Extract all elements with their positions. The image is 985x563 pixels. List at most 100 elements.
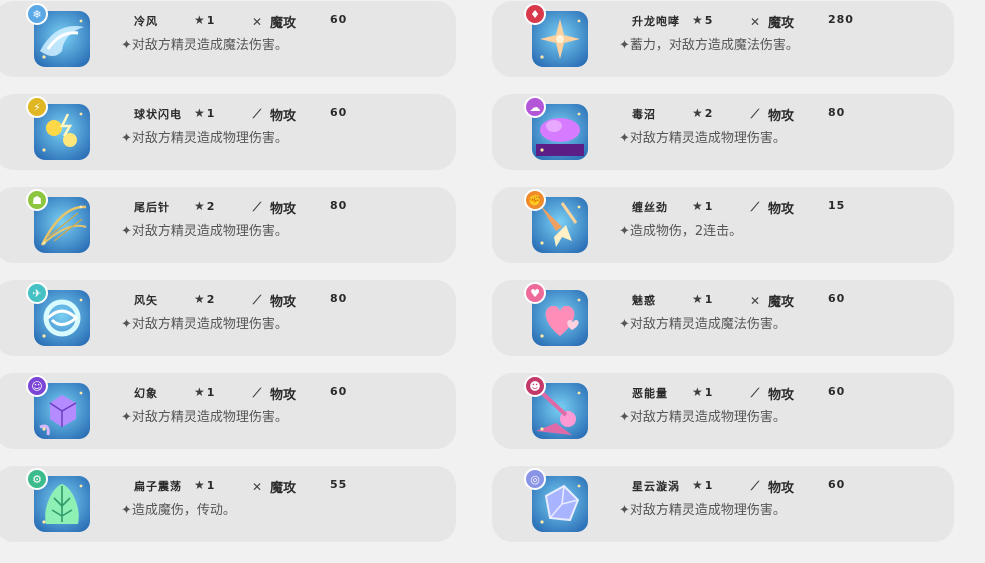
skill-cost: ★ 1 — [692, 199, 713, 213]
skill-description: ✦造成物伤，2连击。 — [619, 224, 743, 239]
skill-icon: ✈ — [26, 282, 90, 346]
type-badge: ✈ — [26, 282, 48, 304]
skill-card[interactable]: ♥ 魅惑 ★ 1 ✕ 魔攻 60 ✦对敌方精灵造成魔法伤害。 — [492, 280, 954, 356]
wand-icon: ✕ — [749, 293, 761, 308]
skill-cost: ★ 1 — [194, 13, 215, 27]
skill-cost: ★ 2 — [194, 199, 215, 213]
skill-name: 球状闪电 — [134, 108, 182, 121]
skill-description: ✦对敌方精灵造成魔法伤害。 — [619, 317, 786, 332]
skill-icon: ❄ — [26, 3, 90, 67]
skill-power: 60 — [330, 385, 348, 398]
skill-cost: ★ 1 — [194, 106, 215, 120]
skill-name: 风矢 — [134, 294, 158, 307]
skill-power: 60 — [828, 292, 846, 305]
type-badge: ◎ — [524, 468, 546, 490]
skill-name: 恶能量 — [632, 387, 668, 400]
skill-card[interactable]: ✈ 风矢 ★ 2 ⟋ 物攻 80 ✦对敌方精灵造成物理伤害。 — [0, 280, 456, 356]
skill-cost: ★ 2 — [194, 292, 215, 306]
skill-icon: ☗ — [26, 189, 90, 253]
skill-icon: ♦ — [524, 3, 588, 67]
skill-power: 80 — [330, 199, 348, 212]
skill-name: 缠丝劲 — [632, 201, 668, 214]
star-icon: ★ — [194, 385, 205, 399]
skill-cost: ★ 1 — [194, 478, 215, 492]
skill-icon: ☺ — [26, 375, 90, 439]
skill-card[interactable]: ◎ 星云漩涡 ★ 1 ⟋ 物攻 60 ✦对敌方精灵造成物理伤害。 — [492, 466, 954, 542]
skill-description: ✦对敌方精灵造成物理伤害。 — [619, 131, 786, 146]
skill-description: ✦蓄力，对敌方造成魔法伤害。 — [619, 38, 799, 53]
type-badge: ❄ — [26, 3, 48, 25]
skill-description: ✦对敌方精灵造成魔法伤害。 — [121, 38, 288, 53]
wand-icon: ✕ — [251, 14, 263, 29]
sword-icon: ⟋ — [252, 386, 262, 400]
skill-name: 毒沼 — [632, 108, 656, 121]
type-badge: ⚡ — [26, 96, 48, 118]
skill-name: 幻象 — [134, 387, 158, 400]
skill-category: ⟋ 物攻 — [748, 198, 794, 217]
star-icon: ★ — [194, 13, 205, 27]
skill-category: ⟋ 物攻 — [748, 384, 794, 403]
skill-description: ✦对敌方精灵造成物理伤害。 — [619, 410, 786, 425]
type-badge: ⚙ — [26, 468, 48, 490]
skill-category: ⟋ 物攻 — [748, 477, 794, 496]
sword-icon: ⟋ — [750, 386, 760, 400]
type-badge: ✊ — [524, 189, 546, 211]
skill-card[interactable]: ☺ 幻象 ★ 1 ⟋ 物攻 60 ✦对敌方精灵造成物理伤害。 — [0, 373, 456, 449]
skill-card[interactable]: ⚡ 球状闪电 ★ 1 ⟋ 物攻 60 ✦对敌方精灵造成物理伤害。 — [0, 94, 456, 170]
star-icon: ★ — [692, 13, 703, 27]
sword-icon: ⟋ — [750, 479, 760, 493]
skill-icon: ✊ — [524, 189, 588, 253]
skill-icon: ♥ — [524, 282, 588, 346]
type-badge: ☻ — [524, 375, 546, 397]
skill-category: ⟋ 物攻 — [250, 291, 296, 310]
sword-icon: ⟋ — [252, 293, 262, 307]
skill-card[interactable]: ♦ 升龙咆哮 ★ 5 ✕ 魔攻 280 ✦蓄力，对敌方造成魔法伤害。 — [492, 1, 954, 77]
skill-category: ⟋ 物攻 — [250, 198, 296, 217]
skill-grid: ❄ 冷风 ★ 1 ✕ 魔攻 60 ✦对敌方精灵造成魔法伤害。 ♦ 升龙咆哮 ★ 5 ✕… — [0, 0, 985, 563]
star-icon: ★ — [692, 106, 703, 120]
star-icon: ★ — [194, 199, 205, 213]
skill-description: ✦对敌方精灵造成物理伤害。 — [121, 410, 288, 425]
skill-name: 升龙咆哮 — [632, 15, 680, 28]
skill-description: ✦对敌方精灵造成物理伤害。 — [121, 131, 288, 146]
wand-icon: ✕ — [749, 14, 761, 29]
skill-card[interactable]: ☻ 恶能量 ★ 1 ⟋ 物攻 60 ✦对敌方精灵造成物理伤害。 — [492, 373, 954, 449]
type-badge: ☺ — [26, 375, 48, 397]
skill-power: 280 — [828, 13, 854, 26]
skill-card[interactable]: ✊ 缠丝劲 ★ 1 ⟋ 物攻 15 ✦造成物伤，2连击。 — [492, 187, 954, 263]
skill-icon: ☻ — [524, 375, 588, 439]
sword-icon: ⟋ — [750, 107, 760, 121]
type-badge: ☁ — [524, 96, 546, 118]
skill-description: ✦对敌方精灵造成物理伤害。 — [121, 224, 288, 239]
skill-power: 60 — [330, 13, 348, 26]
skill-name: 冷风 — [134, 15, 158, 28]
type-badge: ♥ — [524, 282, 546, 304]
skill-category: ⟋ 物攻 — [250, 384, 296, 403]
skill-icon: ☁ — [524, 96, 588, 160]
skill-icon: ⚙ — [26, 468, 90, 532]
star-icon: ★ — [194, 106, 205, 120]
skill-name: 扁子震荡 — [134, 480, 182, 493]
skill-power: 60 — [330, 106, 348, 119]
star-icon: ★ — [692, 385, 703, 399]
skill-power: 80 — [828, 106, 846, 119]
sword-icon: ⟋ — [750, 200, 760, 214]
skill-name: 尾后针 — [134, 201, 170, 214]
skill-card[interactable]: ⚙ 扁子震荡 ★ 1 ✕ 魔攻 55 ✦造成魔伤，传动。 — [0, 466, 456, 542]
skill-card[interactable]: ☗ 尾后针 ★ 2 ⟋ 物攻 80 ✦对敌方精灵造成物理伤害。 — [0, 187, 456, 263]
skill-card[interactable]: ❄ 冷风 ★ 1 ✕ 魔攻 60 ✦对敌方精灵造成魔法伤害。 — [0, 1, 456, 77]
skill-category: ⟋ 物攻 — [250, 105, 296, 124]
skill-description: ✦对敌方精灵造成物理伤害。 — [121, 317, 288, 332]
skill-cost: ★ 1 — [692, 292, 713, 306]
skill-category: ✕ 魔攻 — [251, 14, 297, 32]
skill-icon: ⚡ — [26, 96, 90, 160]
skill-power: 60 — [828, 478, 846, 491]
skill-name: 星云漩涡 — [632, 480, 680, 493]
star-icon: ★ — [692, 199, 703, 213]
star-icon: ★ — [692, 292, 703, 306]
skill-power: 60 — [828, 385, 846, 398]
skill-card[interactable]: ☁ 毒沼 ★ 2 ⟋ 物攻 80 ✦对敌方精灵造成物理伤害。 — [492, 94, 954, 170]
skill-cost: ★ 1 — [194, 385, 215, 399]
sword-icon: ⟋ — [252, 107, 262, 121]
type-badge: ♦ — [524, 3, 546, 25]
